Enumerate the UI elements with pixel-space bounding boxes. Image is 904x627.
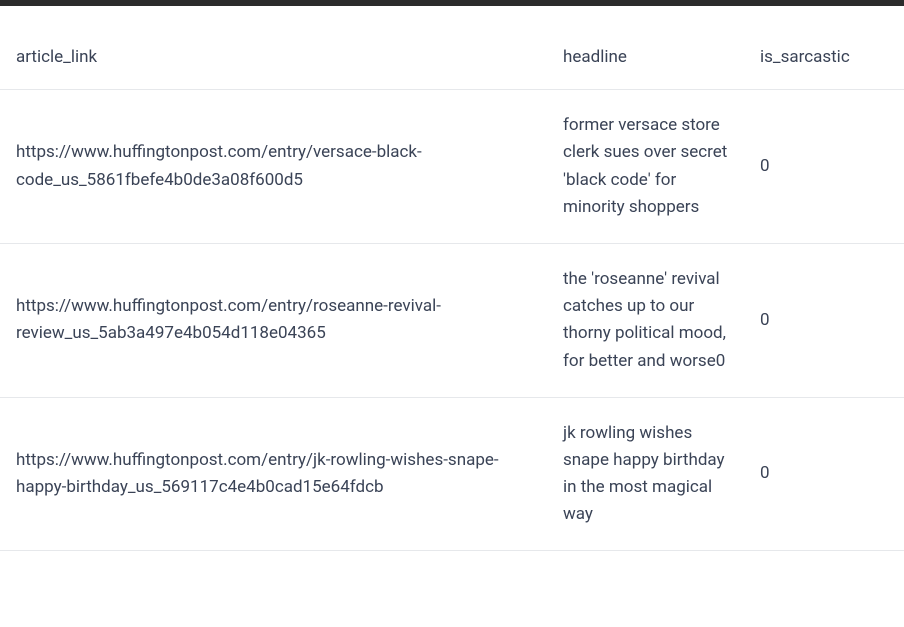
table-row: https://www.huffingtonpost.com/entry/ros…: [0, 243, 904, 397]
data-table: article_link headline is_sarcastic https…: [0, 6, 904, 551]
cell-headline: jk rowling wishes snape happy birthday i…: [547, 397, 744, 551]
cell-article-link: https://www.huffingtonpost.com/entry/jk-…: [0, 397, 547, 551]
cell-headline: former versace store clerk sues over sec…: [547, 90, 744, 244]
header-headline: headline: [547, 6, 744, 90]
table-row: https://www.huffingtonpost.com/entry/ver…: [0, 90, 904, 244]
table-header-row: article_link headline is_sarcastic: [0, 6, 904, 90]
cell-article-link: https://www.huffingtonpost.com/entry/ver…: [0, 90, 547, 244]
cell-is-sarcastic: 0: [744, 243, 904, 397]
cell-article-link: https://www.huffingtonpost.com/entry/ros…: [0, 243, 547, 397]
table-container: article_link headline is_sarcastic https…: [0, 6, 904, 551]
cell-is-sarcastic: 0: [744, 90, 904, 244]
header-is-sarcastic: is_sarcastic: [744, 6, 904, 90]
table-row: https://www.huffingtonpost.com/entry/jk-…: [0, 397, 904, 551]
cell-headline: the 'roseanne' revival catches up to our…: [547, 243, 744, 397]
header-article-link: article_link: [0, 6, 547, 90]
cell-is-sarcastic: 0: [744, 397, 904, 551]
